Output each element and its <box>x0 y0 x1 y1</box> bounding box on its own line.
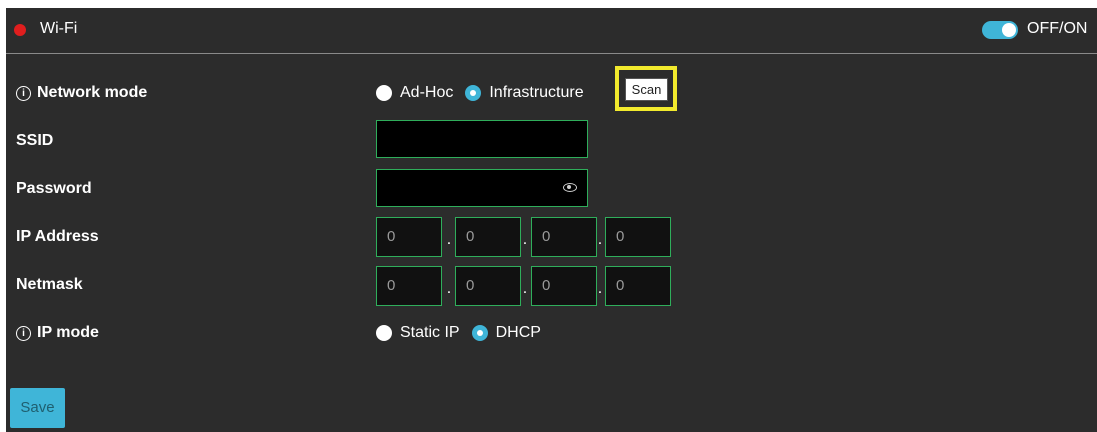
save-button[interactable]: Save <box>10 388 65 428</box>
status-indicator-icon <box>14 24 26 36</box>
netmask-label: Netmask <box>16 276 83 293</box>
radio-ad-hoc-label[interactable]: Ad-Hoc <box>400 84 453 102</box>
netmask-octet-4[interactable]: 0 <box>605 266 671 306</box>
ip-octet-2[interactable]: 0 <box>455 217 521 257</box>
radio-static-ip[interactable] <box>376 325 392 341</box>
network-mode-radio-group: Ad-Hoc Infrastructure <box>376 84 596 102</box>
ip-dot-separator: . <box>522 231 528 248</box>
network-mode-label: Network mode <box>37 84 148 101</box>
toggle-knob <box>1002 23 1016 37</box>
panel-header: Wi-Fi OFF/ON <box>6 8 1097 54</box>
eye-icon[interactable] <box>563 183 577 192</box>
netmask-octet-3[interactable]: 0 <box>531 266 597 306</box>
network-mode-label-group: i Network mode <box>16 84 147 102</box>
password-label: Password <box>16 180 92 197</box>
ip-mode-label: IP mode <box>37 324 99 341</box>
ip-address-label-group: IP Address <box>16 228 99 246</box>
ip-octet-1[interactable]: 0 <box>376 217 442 257</box>
netmask-dot-separator: . <box>522 280 528 297</box>
info-icon[interactable]: i <box>16 325 31 341</box>
netmask-dot-separator: . <box>597 280 603 297</box>
ip-dot-separator: . <box>597 231 603 248</box>
radio-infrastructure-label[interactable]: Infrastructure <box>489 84 583 102</box>
radio-ad-hoc[interactable] <box>376 85 392 101</box>
ssid-label-group: SSID <box>16 132 53 150</box>
ip-octet-4[interactable]: 0 <box>605 217 671 257</box>
radio-dhcp-label[interactable]: DHCP <box>496 324 541 342</box>
ip-mode-radio-group: Static IP DHCP <box>376 324 553 342</box>
radio-dhcp[interactable] <box>471 325 488 341</box>
ssid-input[interactable] <box>376 120 588 158</box>
panel-title: Wi-Fi <box>40 20 78 37</box>
password-input[interactable] <box>376 169 588 207</box>
netmask-label-group: Netmask <box>16 276 83 294</box>
ip-address-label: IP Address <box>16 228 99 245</box>
ip-mode-label-group: i IP mode <box>16 324 99 342</box>
scan-highlight: Scan <box>615 66 677 111</box>
netmask-octet-2[interactable]: 0 <box>455 266 521 306</box>
netmask-octet-1[interactable]: 0 <box>376 266 442 306</box>
wifi-toggle[interactable] <box>982 21 1018 39</box>
ip-dot-separator: . <box>446 231 452 248</box>
radio-static-ip-label[interactable]: Static IP <box>400 324 460 342</box>
netmask-dot-separator: . <box>446 280 452 297</box>
ssid-label: SSID <box>16 132 54 149</box>
scan-button[interactable]: Scan <box>625 78 668 101</box>
radio-infrastructure[interactable] <box>465 85 482 101</box>
ip-octet-3[interactable]: 0 <box>531 217 597 257</box>
info-icon[interactable]: i <box>16 85 31 101</box>
password-label-group: Password <box>16 180 92 198</box>
wifi-panel: Wi-Fi OFF/ON i Network mode Ad-Hoc Infra… <box>6 8 1097 432</box>
toggle-label: OFF/ON <box>1027 20 1088 37</box>
